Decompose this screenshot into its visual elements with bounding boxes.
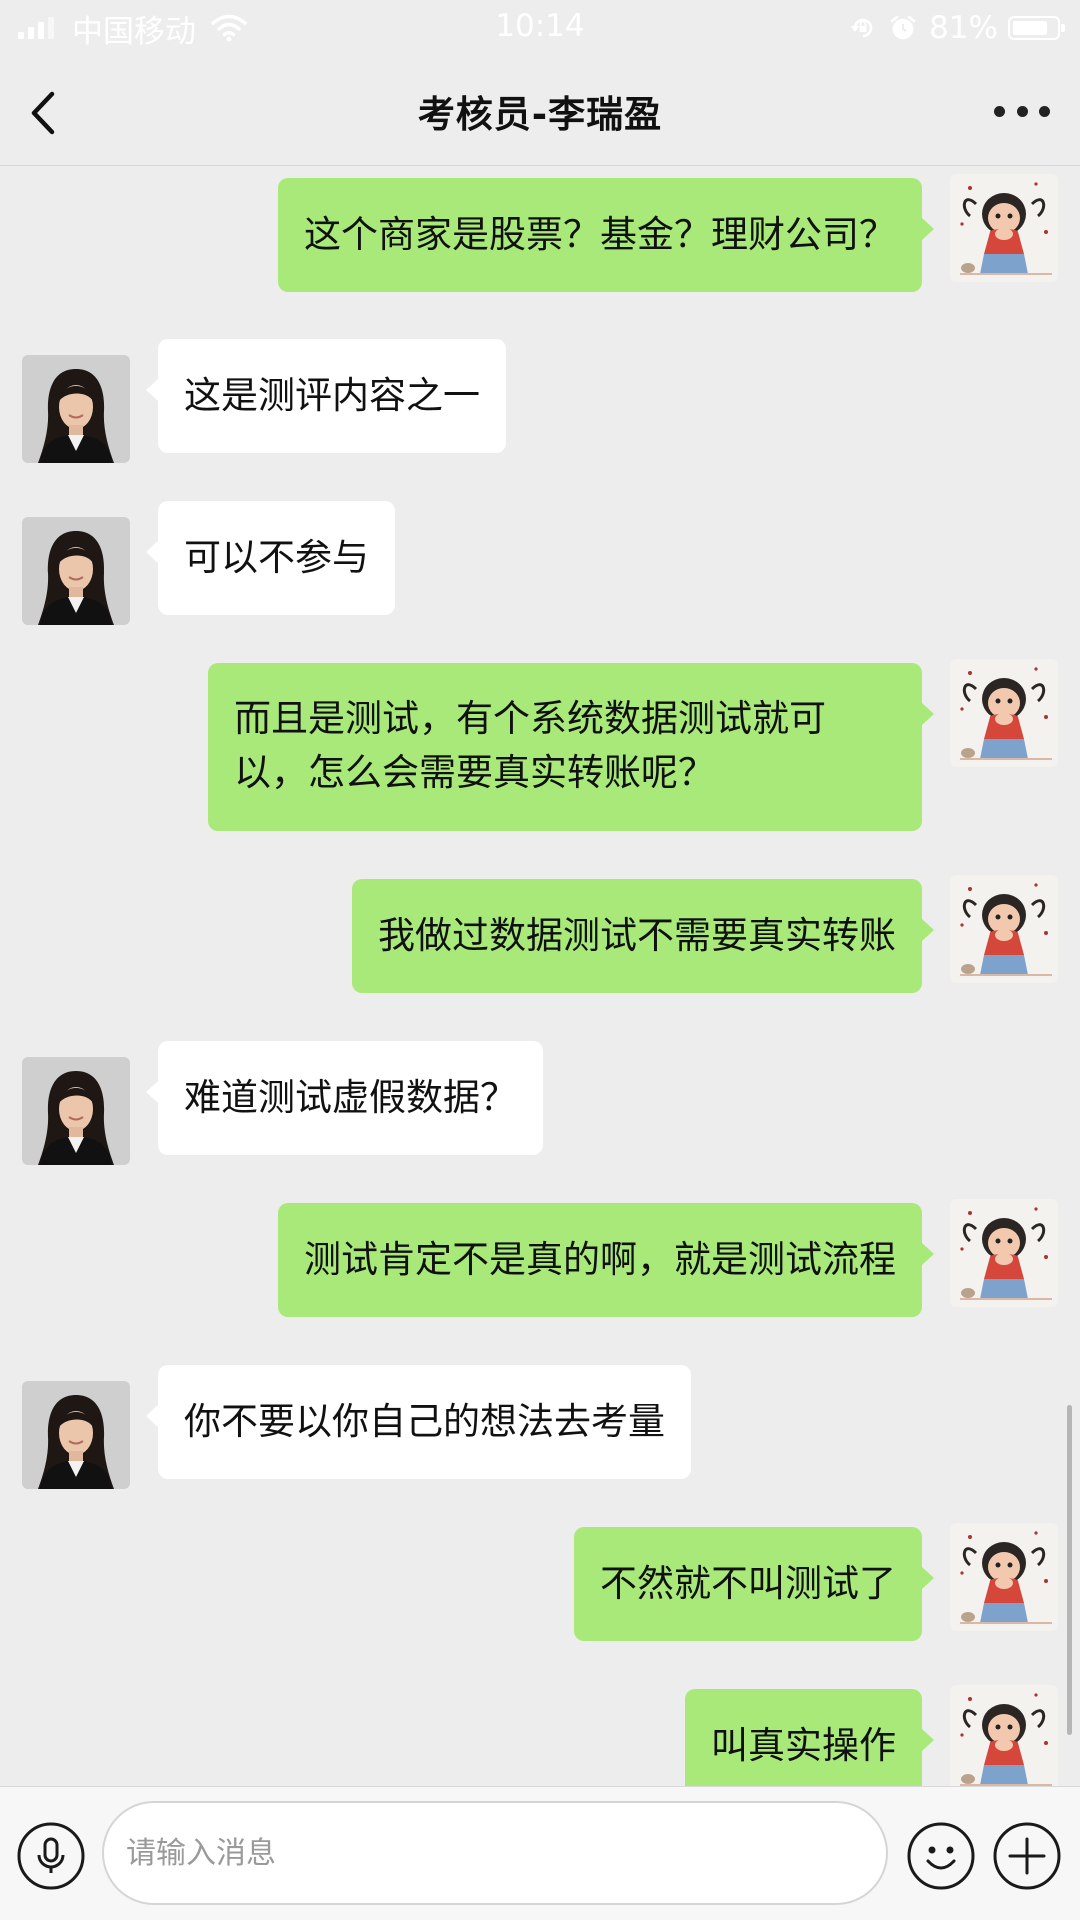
user-avatar[interactable] <box>950 875 1058 983</box>
user-avatar-image <box>950 174 1058 282</box>
battery-icon <box>1008 16 1065 40</box>
message-bubble[interactable]: 叫真实操作 <box>685 1689 934 1786</box>
user-avatar-image <box>950 659 1058 767</box>
user-avatar[interactable] <box>950 174 1058 282</box>
contact-avatar[interactable] <box>22 1057 130 1165</box>
chat-header: 考核员-李瑞盈 <box>0 56 1080 166</box>
message-bubble[interactable]: 这个商家是股票？基金？理财公司？ <box>278 178 934 292</box>
contact-avatar-image <box>22 1057 130 1165</box>
message-bubble[interactable]: 我做过数据测试不需要真实转账 <box>352 879 934 993</box>
message-bubble[interactable]: 测试肯定不是真的啊，就是测试流程 <box>278 1203 934 1317</box>
status-right: 81% <box>849 8 1065 48</box>
emoji-icon[interactable] <box>906 1821 976 1891</box>
message-bubble[interactable]: 你不要以你自己的想法去考量 <box>146 1365 691 1479</box>
message-bubble[interactable]: 不然就不叫测试了 <box>574 1527 934 1641</box>
message-bubble[interactable]: 可以不参与 <box>146 501 395 615</box>
contact-avatar-image <box>22 355 130 463</box>
contact-avatar-image <box>22 517 130 625</box>
battery-percent: 81% <box>929 10 998 46</box>
user-avatar-image <box>950 1685 1058 1786</box>
microphone-icon[interactable] <box>16 1821 86 1891</box>
contact-avatar[interactable] <box>22 1381 130 1489</box>
user-avatar[interactable] <box>950 1199 1058 1307</box>
message-bubble[interactable]: 这是测评内容之一 <box>146 339 506 453</box>
user-avatar[interactable] <box>950 1685 1058 1786</box>
message-list[interactable]: 这个商家是股票？基金？理财公司？ 这是测评内容之一 可以不参与 而且是测试，有个… <box>0 166 1080 1786</box>
alarm-icon <box>890 15 916 40</box>
message-bubble[interactable]: 难道测试虚假数据？ <box>146 1041 543 1155</box>
user-avatar[interactable] <box>950 1523 1058 1631</box>
contact-avatar-image <box>22 1381 130 1489</box>
chevron-left-icon[interactable] <box>22 86 66 140</box>
status-bar: 中国移动 10:14 81% <box>0 0 1080 56</box>
user-avatar-image <box>950 1523 1058 1631</box>
user-avatar-image <box>950 875 1058 983</box>
more-icon[interactable] <box>994 96 1050 126</box>
scroll-indicator[interactable] <box>1067 1405 1072 1735</box>
message-bubble[interactable]: 而且是测试，有个系统数据测试就可以，怎么会需要真实转账呢？ <box>208 663 934 831</box>
contact-avatar[interactable] <box>22 355 130 463</box>
message-input[interactable] <box>102 1801 888 1905</box>
chat-screen: 中国移动 10:14 81% 考核员-李瑞盈 这个商家是股票？基金？理财公司？ … <box>0 0 1080 1920</box>
user-avatar[interactable] <box>950 659 1058 767</box>
user-avatar-image <box>950 1199 1058 1307</box>
contact-avatar[interactable] <box>22 517 130 625</box>
rotation-lock-icon <box>851 18 873 38</box>
input-bar <box>0 1786 1080 1920</box>
plus-icon[interactable] <box>992 1821 1062 1891</box>
chat-title: 考核员-李瑞盈 <box>417 93 663 136</box>
